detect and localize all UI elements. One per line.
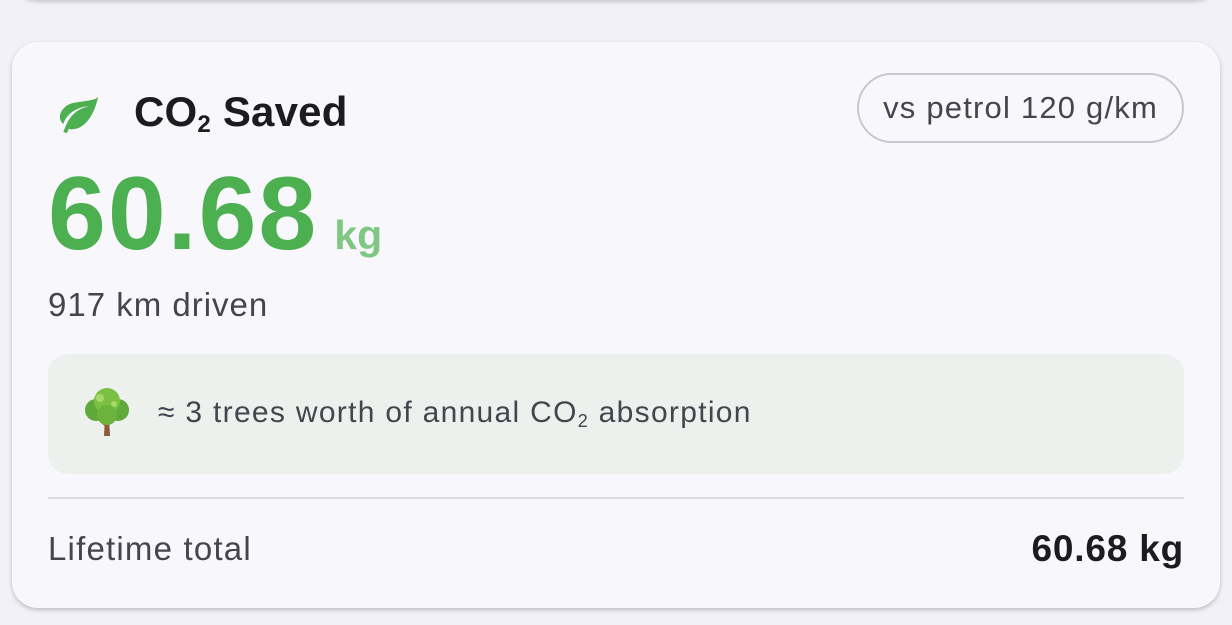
divider: [48, 497, 1184, 499]
equivalence-text: ≈ 3 trees worth of annual CO2 absorption: [158, 396, 752, 431]
co2-value: 60.68: [48, 156, 319, 272]
tree-icon: [85, 388, 129, 436]
card-header: CO2 Saved: [56, 88, 348, 139]
tree-equivalence-banner: ≈ 3 trees worth of annual CO2 absorption: [48, 354, 1184, 474]
comparison-chip[interactable]: vs petrol 120 g/km: [857, 73, 1184, 143]
distance-driven: 917 km driven: [48, 286, 269, 323]
card-title: CO2 Saved: [134, 88, 348, 138]
lifetime-total-label: Lifetime total: [48, 530, 252, 567]
leaf-icon: [59, 96, 99, 133]
co2-saved-card: CO2 Saved vs petrol 120 g/km 60.68 kg 91…: [12, 42, 1220, 608]
lifetime-total-value: 60.68 kg: [1031, 528, 1184, 569]
co2-unit: kg: [334, 212, 383, 258]
co2-amount: 60.68 kg: [48, 162, 382, 266]
